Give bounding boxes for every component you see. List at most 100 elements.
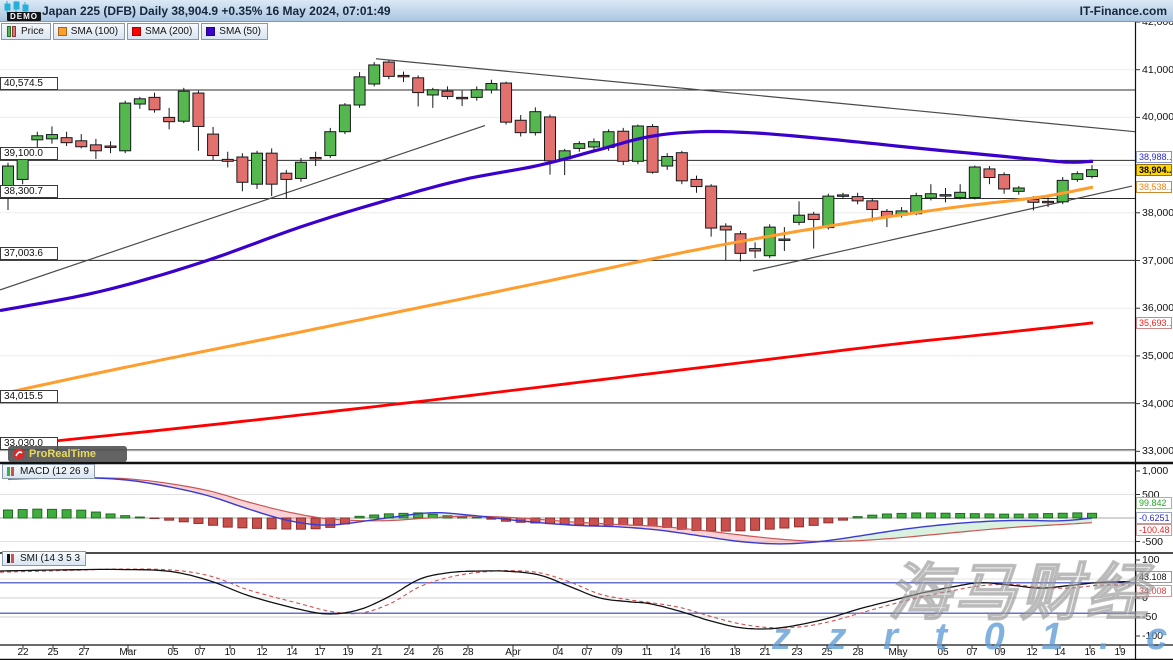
horizontal-level-lines (0, 90, 1135, 450)
macd-indicator-button[interactable]: MACD (12 26 9 (2, 464, 95, 479)
candle (134, 97, 145, 109)
price-axis-tick-label: 36,000 (1142, 302, 1173, 314)
time-axis-day-label: 07 (581, 647, 592, 658)
time-axis-day-label: 17 (314, 647, 325, 658)
time-axis-month-label: Apr (505, 647, 521, 658)
candle (735, 231, 746, 262)
candle (925, 184, 936, 200)
candle (662, 153, 673, 170)
time-axis-day-label: 19 (342, 647, 353, 658)
time-axis-day-label: 25 (47, 647, 58, 658)
candle (545, 115, 556, 175)
candle (442, 86, 453, 99)
time-axis-day-label: 26 (432, 647, 443, 658)
legend-sma100-button[interactable]: SMA (100) (53, 23, 125, 40)
price-axis-tick-label: 38,000 (1142, 207, 1173, 219)
candle (779, 227, 790, 251)
demo-badge: DEMO (7, 12, 41, 21)
price-axis-tick-label: 34,000 (1142, 398, 1173, 410)
candle (574, 141, 585, 151)
candle (208, 127, 219, 160)
candle (691, 176, 702, 193)
price-axis-tick-label: 41,000 (1142, 64, 1173, 76)
candle (632, 125, 643, 165)
price-level-label: 37,003.6 (0, 247, 58, 260)
prorealtime-logo-icon (13, 448, 25, 460)
time-axis-day-label: 21 (371, 647, 382, 658)
candle (618, 128, 629, 165)
candle (398, 72, 409, 82)
candle (501, 82, 512, 125)
macd-value-flag: 99.842 (1136, 497, 1172, 509)
candle (149, 93, 160, 113)
time-axis-day-label: 05 (167, 647, 178, 658)
prorealtime-watermark: ProRealTime (8, 446, 127, 462)
candle (339, 103, 350, 134)
sma200-swatch-icon (132, 27, 141, 36)
price-series-icon (6, 26, 17, 37)
legend-sma50-label: SMA (50) (219, 26, 261, 37)
candle (1087, 165, 1098, 178)
candle (984, 166, 995, 184)
time-axis-day-label: 27 (78, 647, 89, 658)
candles-layer (3, 61, 1098, 262)
trendlines (0, 59, 1135, 290)
macd-value-flag: -100.48 (1136, 524, 1172, 536)
legend-sma50-button[interactable]: SMA (50) (201, 23, 268, 40)
macd-label: MACD (12 26 9 (20, 466, 89, 477)
time-axis-day-label: 10 (224, 647, 235, 658)
price-axis-tick-label: 40,000 (1142, 111, 1173, 123)
time-axis-day-label: 07 (194, 647, 205, 658)
candle (837, 193, 848, 199)
brand-link[interactable]: IT-Finance.com (1080, 4, 1167, 18)
legend-sma100-label: SMA (100) (71, 26, 118, 37)
price-level-label: 38,300.7 (0, 185, 58, 198)
candle (310, 152, 321, 166)
price-level-label: 40,574.5 (0, 77, 58, 90)
macd-value-flag: -0.6251 (1136, 512, 1172, 524)
time-axis-day-label: 18 (729, 647, 740, 658)
time-axis-day-label: 22 (17, 647, 28, 658)
instrument-title: Japan 225 (DFB) Daily 38,904.9 +0.35% 16… (42, 4, 391, 18)
candle (676, 151, 687, 184)
legend-price-button[interactable]: Price (1, 23, 51, 40)
time-axis-day-label: 12 (256, 647, 267, 658)
candle (178, 88, 189, 123)
candle (720, 223, 731, 260)
candle (530, 107, 541, 135)
candle (252, 151, 263, 189)
candle (999, 172, 1010, 193)
candle (427, 88, 438, 108)
smi-indicator-button[interactable]: SMI (14 3 5 3 (2, 551, 86, 566)
macd-icon (7, 467, 16, 476)
price-level-label: 39,100.0 (0, 147, 58, 160)
candle (61, 132, 72, 146)
legend-sma200-label: SMA (200) (145, 26, 192, 37)
time-axis-day-label: 14 (669, 647, 680, 658)
price-level-label: 34,015.5 (0, 390, 58, 403)
candle (120, 101, 131, 153)
candle (295, 158, 306, 182)
legend-sma200-button[interactable]: SMA (200) (127, 23, 199, 40)
price-axis-tick-label: 35,000 (1142, 350, 1173, 362)
candle (750, 242, 761, 258)
url-watermark: z z r t 0 1 . c n (772, 616, 1173, 659)
candle (852, 193, 863, 204)
candle (266, 148, 277, 196)
sma50-swatch-icon (206, 27, 215, 36)
candle (940, 188, 951, 202)
time-axis-day-label: 04 (552, 647, 563, 658)
time-axis-day-label: 11 (642, 647, 652, 658)
candle (515, 115, 526, 136)
candle (46, 126, 57, 143)
title-bar: DEMO Japan 225 (DFB) Daily 38,904.9 +0.3… (0, 0, 1173, 22)
price-value-flag: 38,538.. (1136, 181, 1172, 193)
macd-axis-tick-label: 1,000 (1142, 465, 1168, 477)
candle (1013, 186, 1024, 195)
candle (383, 61, 394, 80)
price-value-flag: 35,693.. (1136, 317, 1172, 329)
price-axis-tick-label: 37,000 (1142, 255, 1173, 267)
candle (471, 86, 482, 100)
candle (1057, 177, 1068, 204)
chart-application-window: { "header": { "demo_badge": "DEMO", "tit… (0, 0, 1173, 660)
